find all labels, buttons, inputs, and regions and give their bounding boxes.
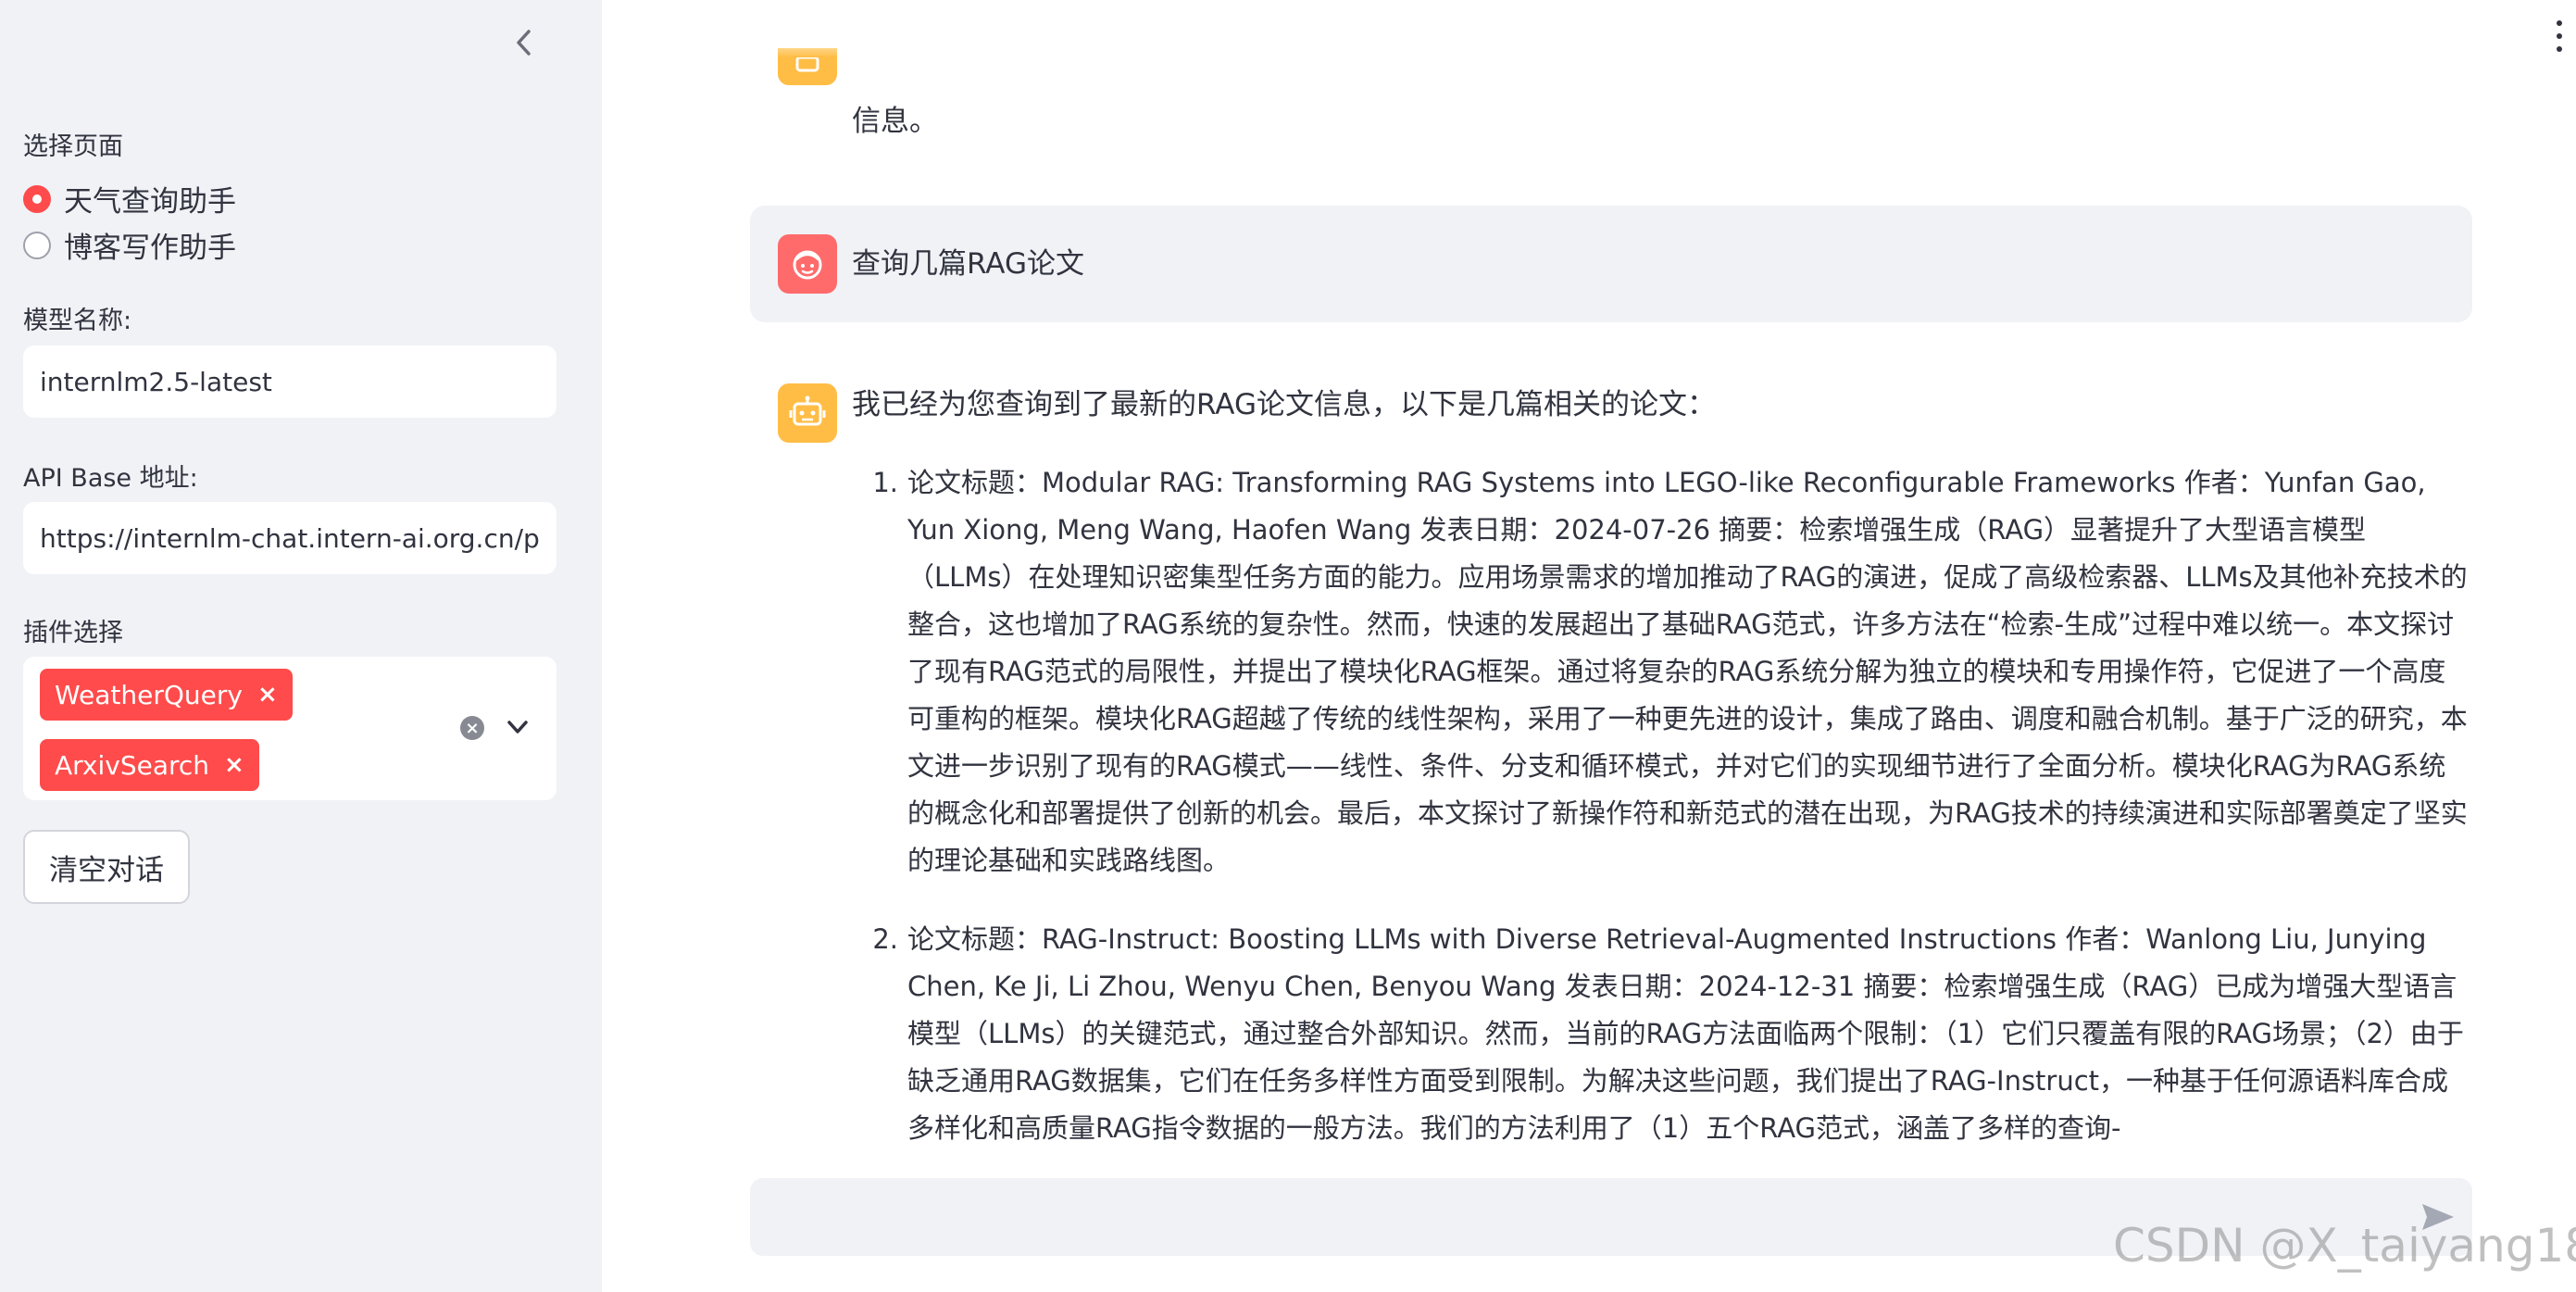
tag-label: WeatherQuery xyxy=(55,679,243,710)
radio-weather-assistant[interactable]: 天气查询助手 xyxy=(23,178,236,220)
scroll-fade xyxy=(750,0,2509,57)
chevron-down-icon[interactable] xyxy=(503,712,532,742)
list-item: 2. 论文标题：RAG-Instruct: Boosting LLMs with… xyxy=(852,916,2472,1152)
user-message-text: 查询几篇RAG论文 xyxy=(852,247,1084,281)
radio-selected-icon[interactable] xyxy=(23,184,51,213)
radio-label: 天气查询助手 xyxy=(64,185,236,219)
prev-bot-message-tail: 信息。 xyxy=(852,105,938,138)
plugin-multiselect[interactable]: WeatherQuery × ArxivSearch × × xyxy=(23,657,556,800)
clear-chat-button[interactable]: 清空对话 xyxy=(23,830,190,904)
sidebar: 选择页面 天气查询助手 博客写作助手 模型名称: API Base 地址: 插件… xyxy=(0,0,602,1292)
bot-intro-text: 我已经为您查询到了最新的RAG论文信息，以下是几篇相关的论文： xyxy=(852,388,1716,421)
plugin-select-label: 插件选择 xyxy=(23,619,123,647)
plugin-tag-arxivsearch[interactable]: ArxivSearch × xyxy=(40,739,259,791)
paper-text: 论文标题：RAG-Instruct: Boosting LLMs with Di… xyxy=(907,923,2464,1144)
paper-list: 1. 论文标题：Modular RAG: Transforming RAG Sy… xyxy=(852,459,2472,1184)
radio-blog-assistant[interactable]: 博客写作助手 xyxy=(23,224,236,266)
chevron-left-icon xyxy=(517,30,531,56)
radio-unselected-icon[interactable] xyxy=(23,231,51,259)
tag-label: ArxivSearch xyxy=(55,749,210,781)
clear-all-icon[interactable]: × xyxy=(460,716,484,740)
list-number: 2. xyxy=(872,923,898,955)
user-face-icon xyxy=(793,250,822,280)
watermark: CSDN @X_taiyang18 xyxy=(2113,1219,2576,1273)
bot-avatar xyxy=(778,383,837,443)
remove-tag-icon[interactable]: × xyxy=(224,751,244,779)
api-base-input[interactable] xyxy=(23,502,556,574)
collapse-sidebar-button[interactable] xyxy=(506,24,543,61)
robot-icon xyxy=(789,395,826,426)
api-base-label: API Base 地址: xyxy=(23,464,198,493)
robot-icon xyxy=(795,57,819,72)
paper-text: 论文标题：Modular RAG: Transforming RAG Syste… xyxy=(907,467,2468,876)
user-avatar xyxy=(778,234,837,294)
more-options-icon[interactable] xyxy=(2552,20,2567,57)
user-message: 查询几篇RAG论文 xyxy=(750,206,2472,322)
page-select-label: 选择页面 xyxy=(23,132,123,161)
list-number: 1. xyxy=(872,467,898,498)
remove-tag-icon[interactable]: × xyxy=(257,681,278,709)
chat-area: 信息。 查询几篇RAG论文 我已经为您查询到了最新的RAG论文信息，以下是几篇相… xyxy=(602,0,2576,1292)
model-name-input[interactable] xyxy=(23,345,556,418)
radio-label: 博客写作助手 xyxy=(64,232,236,265)
plugin-tag-weatherquery[interactable]: WeatherQuery × xyxy=(40,669,293,721)
model-name-label: 模型名称: xyxy=(23,307,132,335)
list-item: 1. 论文标题：Modular RAG: Transforming RAG Sy… xyxy=(852,459,2472,884)
